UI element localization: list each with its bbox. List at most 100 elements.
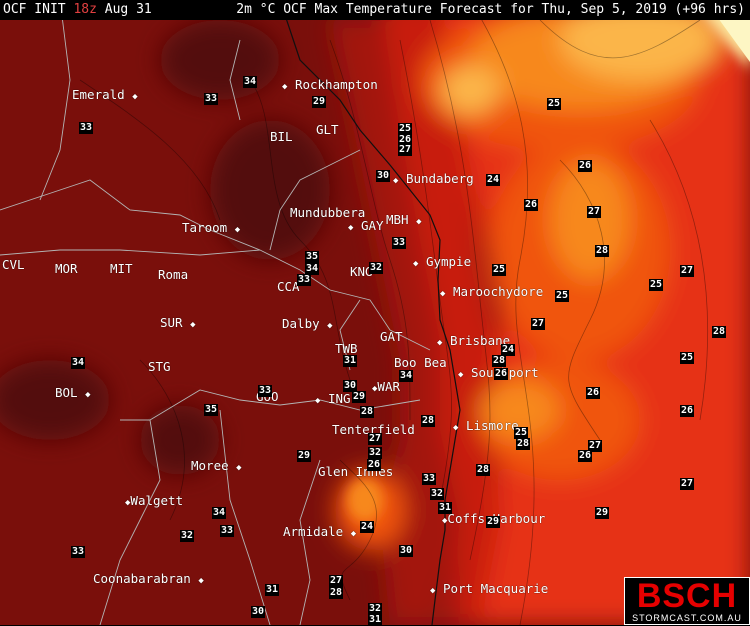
contour-label: 33: [79, 122, 94, 134]
contour-label: 26: [586, 387, 601, 399]
city-label: Moree ◆: [191, 458, 242, 474]
city-label: ◆ Bundaberg: [393, 171, 474, 187]
contour-label: 29: [352, 391, 367, 403]
contour-label: 25: [555, 290, 570, 302]
contour-label: 34: [399, 370, 414, 382]
contour-label: 35: [204, 404, 219, 416]
city-label: ◆Walgett: [125, 493, 184, 509]
contour-label: 31: [368, 614, 383, 626]
city-label: Emerald ◆: [72, 87, 138, 103]
city-label: BOL ◆: [55, 385, 91, 401]
city-label: Boo Bea: [394, 355, 447, 370]
city-label: ◆ ING: [315, 391, 351, 407]
contour-label: 34: [243, 76, 258, 88]
contour-label: 28: [329, 587, 344, 599]
bsch-logo: BSCH STORMCAST.COM.AU: [624, 577, 750, 625]
city-label: Coonabarabran ◆: [93, 571, 204, 587]
contour-label: 31: [343, 355, 358, 367]
city-label: Taroom ◆: [182, 220, 241, 236]
init-hour: 18z: [73, 2, 97, 17]
contour-label: 32: [369, 262, 384, 274]
init-prefix: OCF INIT: [3, 2, 66, 17]
city-label: MBH ◆: [386, 212, 422, 228]
ocean-cool-2: [550, 160, 630, 280]
city-label: MIT: [110, 261, 133, 276]
city-label: ◆ Lismore: [453, 418, 519, 434]
contour-label: 26: [367, 459, 382, 471]
map-title: 2m °C OCF Max Temperature Forecast for T…: [236, 2, 745, 17]
contour-label: 27: [680, 478, 695, 490]
contour-label: 28: [360, 406, 375, 418]
contour-label: 33: [204, 93, 219, 105]
contour-label: 27: [680, 265, 695, 277]
contour-label: 24: [360, 521, 375, 533]
contour-label: 32: [180, 530, 195, 542]
contour-label: 28: [492, 355, 507, 367]
contour-label: 26: [524, 199, 539, 211]
contour-label: 30: [376, 170, 391, 182]
city-label: ◆ Gympie: [413, 254, 472, 270]
city-label: BIL: [270, 129, 293, 144]
contour-label: 33: [392, 237, 407, 249]
city-label: Armidale ◆: [283, 524, 357, 540]
contour-label: 28: [595, 245, 610, 257]
map-header: OCF INIT 18z Aug 31 2m °C OCF Max Temper…: [0, 0, 750, 20]
contour-label: 28: [421, 415, 436, 427]
logo-brand: BSCH: [636, 577, 738, 615]
contour-label: 28: [516, 438, 531, 450]
init-time: OCF INIT 18z Aug 31: [3, 0, 152, 20]
contour-label: 30: [399, 545, 414, 557]
contour-label: 31: [265, 584, 280, 596]
contour-label: 25: [547, 98, 562, 110]
city-label: Roma: [158, 267, 189, 282]
city-label: ◆WAR: [372, 379, 400, 395]
city-label: STG: [148, 359, 171, 374]
contour-label: 29: [297, 450, 312, 462]
city-label: GLT: [316, 122, 339, 137]
city-label: TWB: [335, 341, 358, 356]
contour-label: 24: [486, 174, 501, 186]
city-label: GAT: [380, 329, 403, 344]
contour-label: 27: [531, 318, 546, 330]
contour-label: 27: [329, 575, 344, 587]
contour-label: 33: [422, 473, 437, 485]
contour-label: 28: [712, 326, 727, 338]
contour-label: 29: [595, 507, 610, 519]
city-label: ◆ Maroochydore: [440, 284, 544, 300]
hot-core-north: [160, 20, 280, 100]
city-label: Dalby ◆: [282, 316, 333, 332]
contour-label: 26: [578, 160, 593, 172]
contour-label: 33: [220, 525, 235, 537]
city-label: ◆ GAY: [348, 218, 384, 234]
city-label: ◆ Brisbane: [437, 333, 511, 349]
contour-label: 30: [251, 606, 266, 618]
contour-label: 25: [492, 264, 507, 276]
contour-label: 27: [368, 433, 383, 445]
city-label: ◆ Port Macquarie: [430, 581, 549, 597]
init-date: Aug 31: [104, 2, 152, 17]
city-label: CVL: [2, 257, 25, 272]
contour-label: 25: [649, 279, 664, 291]
city-label: ◆ Rockhampton: [282, 77, 378, 93]
contour-label: 26: [578, 450, 593, 462]
contour-label: 34: [71, 357, 86, 369]
contour-label: 35: [305, 251, 320, 263]
contour-label: 28: [476, 464, 491, 476]
contour-label: 33: [71, 546, 86, 558]
contour-label: 33: [258, 385, 273, 397]
city-label: SUR ◆: [160, 315, 196, 331]
contour-label: 32: [368, 447, 383, 459]
contour-label: 29: [312, 96, 327, 108]
contour-label: 27: [587, 206, 602, 218]
contour-label: 31: [438, 502, 453, 514]
contour-label: 32: [430, 488, 445, 500]
logo-site: STORMCAST.COM.AU: [632, 613, 742, 623]
tableland-cooler: [347, 478, 383, 522]
contour-label: 27: [398, 144, 413, 156]
city-label: Glen Innes: [318, 464, 394, 479]
contour-label: 26: [680, 405, 695, 417]
contour-label: 33: [297, 274, 312, 286]
ocean-cooler-2: [440, 65, 500, 115]
contour-label: 26: [494, 368, 509, 380]
contour-label: 34: [212, 507, 227, 519]
